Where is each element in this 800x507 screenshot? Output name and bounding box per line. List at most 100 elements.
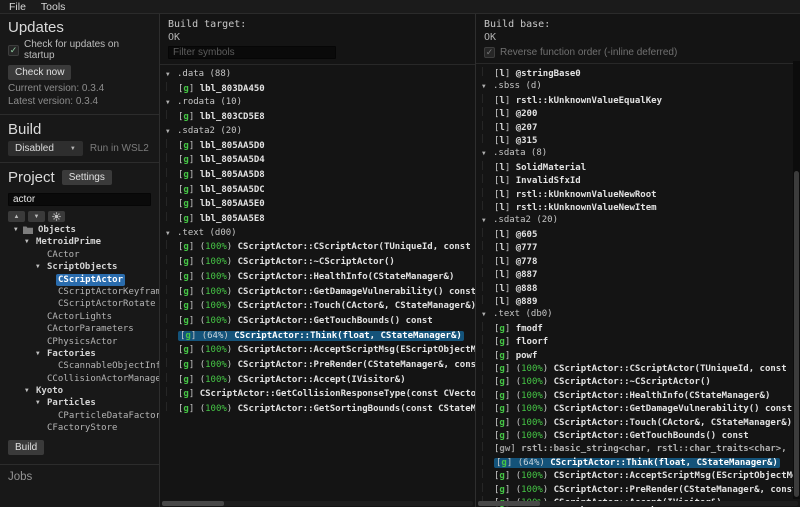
symbol-row[interactable]: [g] lbl_805AA5D0 bbox=[166, 139, 475, 154]
symbol-row[interactable]: [l] @stringBase0 bbox=[482, 67, 800, 80]
tree-item[interactable]: CFactoryStore bbox=[8, 422, 151, 434]
section-header-row[interactable]: ▼.text (db0) bbox=[482, 308, 800, 321]
symbol-row[interactable]: [g] (100%) CScriptActor::CScriptActor(TU… bbox=[482, 362, 800, 375]
updates-title: Updates bbox=[8, 19, 151, 36]
section-header-row[interactable]: ▼.rodata (10) bbox=[166, 96, 475, 110]
symbol-row[interactable]: [g] lbl_805AA5E8 bbox=[166, 212, 475, 227]
symbol-row[interactable]: [l] @888 bbox=[482, 282, 800, 295]
symbol-filter-input[interactable] bbox=[168, 46, 336, 59]
symbol-row[interactable]: [g] (100%) CScriptActor::AcceptScriptMsg… bbox=[166, 343, 475, 358]
tree-item-label: Particles bbox=[45, 397, 98, 409]
reverse-order-checkbox[interactable]: ✓ Reverse function order (-inline deferr… bbox=[484, 47, 792, 58]
section-header-row[interactable]: ▼.sdata2 (20) bbox=[166, 125, 475, 139]
symbol-row[interactable]: [l] @207 bbox=[482, 121, 800, 134]
tree-item[interactable]: CScriptActor bbox=[8, 274, 151, 286]
symbol-row[interactable]: [g] (100%) CScriptActor::GetDamageVulner… bbox=[166, 285, 475, 300]
symbol-row[interactable]: [l] InvalidSfxId bbox=[482, 174, 800, 187]
tree-item[interactable]: ▼Particles bbox=[8, 397, 151, 409]
symbol-row[interactable]: [g] (100%) CScriptActor::PreRender(CStat… bbox=[166, 358, 475, 373]
symbol-row[interactable]: [g] (100%) CScriptActor::Accept(IVisitor… bbox=[166, 373, 475, 388]
symbol-row[interactable]: [g] CScriptActor::GetCollisionResponseTy… bbox=[166, 387, 475, 402]
base-vertical-scrollbar[interactable] bbox=[793, 61, 800, 499]
symbol-row[interactable]: [g] (100%) CScriptActor::GetTouchBounds(… bbox=[482, 429, 800, 442]
tree-item[interactable]: ▼Factories bbox=[8, 348, 151, 360]
symbol-name: lbl_805AA5D4 bbox=[200, 155, 265, 165]
symbol-row[interactable]: [g] (64%) CScriptActor::Think(float, CSt… bbox=[166, 329, 475, 344]
tree-item[interactable]: CScannableObjectInfo bbox=[8, 360, 151, 372]
symbol-row[interactable]: [l] @605 bbox=[482, 228, 800, 241]
symbol-row[interactable]: [g] (100%) CScriptActor::GetDamageVulner… bbox=[482, 402, 800, 415]
check-now-button[interactable]: Check now bbox=[8, 65, 71, 80]
tree-item[interactable]: CScriptActorKeyframe bbox=[8, 286, 151, 298]
symbol-row[interactable]: [g] (100%) CScriptActor::CScriptActor(TU… bbox=[166, 240, 475, 255]
tree-guide-line bbox=[166, 82, 178, 91]
section-header-row[interactable]: ▼.sdata2 (20) bbox=[482, 214, 800, 227]
scrollbar-thumb[interactable] bbox=[794, 171, 799, 497]
symbol-row[interactable]: [g] (100%) CScriptActor::GetSortingBound… bbox=[166, 402, 475, 417]
tree-item[interactable]: CActorParameters bbox=[8, 323, 151, 335]
tree-item[interactable]: CActor bbox=[8, 249, 151, 261]
project-filter-input[interactable] bbox=[8, 193, 151, 206]
symbol-row[interactable]: [l] rstl::kUnknownValueNewRoot bbox=[482, 188, 800, 201]
section-header-row[interactable]: ▼.sbss (d) bbox=[482, 80, 800, 93]
symbol-row[interactable]: [g] powf bbox=[482, 349, 800, 362]
build-button[interactable]: Build bbox=[8, 440, 44, 455]
tree-guide-line bbox=[482, 107, 494, 116]
symbol-row[interactable]: [g] (100%) CScriptActor::HealthInfo(CSta… bbox=[166, 270, 475, 285]
tree-item[interactable]: CPhysicsActor bbox=[8, 336, 151, 348]
symbol-row[interactable]: [gw] rstl::basic_string<char, rstl::char… bbox=[482, 442, 800, 455]
symbol-row[interactable]: [g] lbl_803DA450 bbox=[166, 82, 475, 97]
symbol-row[interactable]: [l] @200 bbox=[482, 107, 800, 120]
tree-item[interactable]: ▼Objects bbox=[8, 224, 151, 236]
symbol-row[interactable]: [l] @889 bbox=[482, 295, 800, 308]
scrollbar-thumb[interactable] bbox=[162, 501, 224, 506]
symbol-row[interactable]: [l] SolidMaterial bbox=[482, 161, 800, 174]
tree-item[interactable]: ▼MetroidPrime bbox=[8, 236, 151, 248]
scrollbar-thumb[interactable] bbox=[478, 501, 540, 506]
symbol-row[interactable]: [g] (100%) CScriptActor::Touch(CActor&, … bbox=[482, 416, 800, 429]
symbol-entry: [g] (100%) CScriptActor::GetTouchBounds(… bbox=[178, 316, 433, 326]
symbol-row[interactable]: [g] lbl_805AA5D8 bbox=[166, 168, 475, 183]
target-horizontal-scrollbar[interactable] bbox=[162, 501, 473, 506]
expand-all-button[interactable]: ▼ bbox=[28, 211, 45, 222]
tree-item[interactable]: ▼Kyoto bbox=[8, 385, 151, 397]
collapse-all-button[interactable]: ▲ bbox=[8, 211, 25, 222]
tree-item[interactable]: CActorLights bbox=[8, 311, 151, 323]
menu-file[interactable]: File bbox=[9, 1, 26, 13]
menu-tools[interactable]: Tools bbox=[41, 1, 66, 13]
tree-guide-line bbox=[482, 456, 494, 465]
symbol-row[interactable]: [g] (100%) CScriptActor::~CScriptActor() bbox=[166, 255, 475, 270]
section-header-row[interactable]: ▼.data (88) bbox=[166, 68, 475, 82]
project-settings-button[interactable]: Settings bbox=[62, 170, 112, 185]
build-mode-dropdown[interactable]: Disabled ▼ bbox=[8, 141, 83, 156]
symbol-row[interactable]: [g] fmodf bbox=[482, 322, 800, 335]
symbol-row[interactable]: [g] (100%) CScriptActor::PreRender(CStat… bbox=[482, 483, 800, 496]
symbol-row[interactable]: [l] @778 bbox=[482, 255, 800, 268]
symbol-row[interactable]: [g] (100%) CScriptActor::GetTouchBounds(… bbox=[166, 314, 475, 329]
section-header-row[interactable]: ▼.text (d00) bbox=[166, 227, 475, 241]
tree-item[interactable]: ▼ScriptObjects bbox=[8, 261, 151, 273]
symbol-row[interactable]: [l] @777 bbox=[482, 241, 800, 254]
symbol-row[interactable]: [l] @887 bbox=[482, 268, 800, 281]
section-header-row[interactable]: ▼.sdata (8) bbox=[482, 147, 800, 160]
base-horizontal-scrollbar[interactable] bbox=[478, 501, 798, 506]
tree-item[interactable]: CParticleDataFactory bbox=[8, 410, 151, 422]
symbol-row[interactable]: [g] (100%) CScriptActor::AcceptScriptMsg… bbox=[482, 469, 800, 482]
tree-settings-button[interactable] bbox=[48, 211, 65, 222]
symbol-row[interactable]: [g] (100%) CScriptActor::Touch(CActor&, … bbox=[166, 299, 475, 314]
tree-item[interactable]: CScriptActorRotate bbox=[8, 298, 151, 310]
symbol-row[interactable]: [g] (100%) CScriptActor::~CScriptActor() bbox=[482, 375, 800, 388]
symbol-row[interactable]: [g] (100%) CScriptActor::HealthInfo(CSta… bbox=[482, 389, 800, 402]
symbol-entry: [g] lbl_805AA5D4 bbox=[178, 155, 265, 165]
symbol-row[interactable]: [l] @315 bbox=[482, 134, 800, 147]
symbol-row[interactable]: [g] floorf bbox=[482, 335, 800, 348]
symbol-row[interactable]: [l] rstl::kUnknownValueEqualKey bbox=[482, 94, 800, 107]
symbol-row[interactable]: [g] lbl_805AA5DC bbox=[166, 183, 475, 198]
tree-item[interactable]: CCollisionActorManager bbox=[8, 373, 151, 385]
symbol-row[interactable]: [g] lbl_803CD5E8 bbox=[166, 110, 475, 125]
symbol-row[interactable]: [g] lbl_805AA5D4 bbox=[166, 153, 475, 168]
symbol-row[interactable]: [l] rstl::kUnknownValueNewItem bbox=[482, 201, 800, 214]
symbol-row[interactable]: [g] (64%) CScriptActor::Think(float, CSt… bbox=[482, 456, 800, 469]
check-updates-checkbox[interactable]: ✓ Check for updates on startup bbox=[8, 39, 151, 61]
symbol-row[interactable]: [g] lbl_805AA5E0 bbox=[166, 197, 475, 212]
